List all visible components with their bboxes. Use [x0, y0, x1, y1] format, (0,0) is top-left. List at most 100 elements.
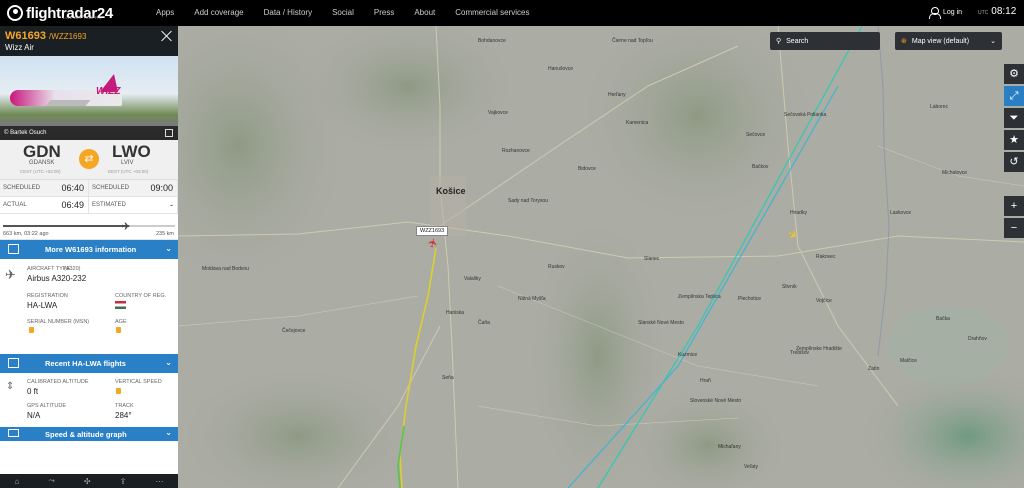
- aircraft-photo[interactable]: WIZZ © Bartek Osuch: [0, 56, 178, 140]
- actual-dep-time: 06:49: [61, 200, 84, 210]
- nav-add-coverage[interactable]: Add coverage: [194, 8, 243, 17]
- actual-departure: ACTUAL 06:49: [0, 197, 89, 214]
- follow-icon[interactable]: ✣: [84, 477, 91, 486]
- nav-press[interactable]: Press: [374, 8, 394, 17]
- settings-gear-icon[interactable]: ⚙: [1004, 64, 1024, 84]
- login-button[interactable]: Log in: [929, 7, 963, 19]
- flight-number-text: W61693: [5, 30, 46, 42]
- place-label: Veľaty: [744, 464, 758, 470]
- flight-callsign: /WZZ1693: [49, 32, 87, 41]
- lock-icon[interactable]: [116, 327, 121, 333]
- route-icon[interactable]: ⤳: [48, 476, 54, 486]
- user-icon: [929, 7, 941, 19]
- lock-icon[interactable]: [29, 327, 34, 333]
- place-label: Zemplínske Hradište: [796, 346, 842, 352]
- shuffle-icon: ⇄: [79, 149, 99, 169]
- flight-map[interactable]: Bohdanovce Ruskov Slanec Zemplínska Teplica…: [178, 26, 1024, 488]
- zoom-in-icon[interactable]: +: [1004, 196, 1024, 216]
- info-icon: [8, 244, 19, 254]
- flight-info-panel: W61693 /WZZ1693 Wizz Air WIZZ © Bartek O…: [0, 26, 178, 488]
- destination-timezone: EEST (UTC +03:00): [108, 169, 149, 174]
- speed-graph-title: Speed & altitude graph: [45, 430, 127, 439]
- place-label: Valaliky: [464, 276, 481, 282]
- chart-icon: [8, 429, 19, 437]
- utc-clock: UTC 08:12: [978, 6, 1016, 17]
- nav-apps[interactable]: Apps: [156, 8, 174, 17]
- track: 284°: [115, 411, 132, 420]
- filter-icon[interactable]: ⏷: [1004, 108, 1024, 128]
- origin-code[interactable]: GDN: [23, 142, 61, 162]
- nav-data-history[interactable]: Data / History: [264, 8, 312, 17]
- map-search-button[interactable]: ⚲ Search: [770, 32, 880, 50]
- place-label: Seňa: [442, 375, 454, 381]
- nav-social[interactable]: Social: [332, 8, 354, 17]
- aircraft-type: Airbus A320-232: [27, 274, 87, 283]
- external-link-icon[interactable]: [165, 129, 173, 137]
- flightradar24-logo[interactable]: flightradar24: [7, 3, 113, 23]
- logo-subtitle: LIVE AIR TRAFFIC: [63, 15, 102, 20]
- origin-city: GDANSK: [29, 160, 55, 166]
- scheduled-arrival: SCHEDULED 09:00: [89, 180, 178, 197]
- place-label: Zatín: [868, 366, 880, 372]
- distance-remaining: 235 km: [155, 231, 174, 237]
- place-label: Bohdanovce: [478, 38, 506, 44]
- track-label: TRACK: [115, 403, 134, 409]
- scheduled-departure: SCHEDULED 06:40: [0, 180, 89, 197]
- estimated-arr-time: -: [170, 200, 173, 210]
- search-label: Search: [786, 37, 809, 45]
- top-navigation-bar: flightradar24 LIVE AIR TRAFFIC Apps Add …: [0, 0, 1024, 26]
- place-label: Bačka: [936, 316, 950, 322]
- place-label: Laskovce: [890, 210, 912, 216]
- origin-timezone: CEST (UTC +02:00): [20, 169, 61, 174]
- altitude-icon: ⇕: [6, 381, 15, 392]
- place-label: Ruskov: [548, 264, 565, 270]
- progress-fill: [3, 225, 129, 227]
- place-label: Slovenské Nové Mesto: [690, 398, 742, 404]
- speed-graph-header[interactable]: Speed & altitude graph ⌄: [0, 427, 178, 441]
- registration-label: REGISTRATION: [27, 293, 68, 299]
- vertical-speed-label: VERTICAL SPEED: [115, 379, 162, 385]
- aircraft-info: ✈ AIRCRAFT TYPE (A320) Airbus A320-232 R…: [0, 259, 178, 354]
- recent-flights-header[interactable]: Recent HA-LWA flights ⌄: [0, 354, 178, 373]
- country-label: COUNTRY OF REG.: [115, 293, 167, 299]
- aircraft-view-icon[interactable]: ⌂: [15, 477, 20, 486]
- aircraft-livery-text: WIZZ: [96, 86, 121, 97]
- zoom-out-icon[interactable]: −: [1004, 218, 1024, 238]
- airplane-icon: ✈: [121, 221, 131, 233]
- main-nav: Apps Add coverage Data / History Social …: [156, 8, 549, 17]
- aircraft-callsign-label[interactable]: WZZ1693: [416, 226, 449, 236]
- calibrated-altitude: 0 ft: [27, 387, 39, 396]
- age-label: AGE: [115, 319, 127, 325]
- place-label: Plechotice: [738, 296, 762, 302]
- scheduled-dep-time: 06:40: [61, 183, 84, 193]
- chevron-down-icon: ⌄: [165, 428, 172, 437]
- more-icon[interactable]: ⋯: [155, 477, 163, 486]
- place-label: Nižná Myšľa: [518, 296, 546, 302]
- share-icon[interactable]: ⇪: [120, 477, 127, 486]
- place-label: Sečovská Polianka: [784, 112, 827, 118]
- estimated-arr-label: ESTIMATED: [92, 202, 126, 208]
- registration[interactable]: HA-LWA: [27, 301, 57, 310]
- radar-icon: ⊛: [901, 38, 907, 45]
- city-label-kosice[interactable]: Košice: [436, 186, 466, 196]
- gps-altitude: N/A: [27, 411, 41, 420]
- nav-about[interactable]: About: [414, 8, 435, 17]
- airline-name: Wizz Air: [5, 43, 34, 52]
- gps-altitude-label: GPS ALTITUDE: [27, 403, 67, 409]
- close-icon[interactable]: [161, 30, 172, 41]
- fullscreen-icon[interactable]: ⤢: [1004, 86, 1024, 106]
- lock-icon[interactable]: [116, 388, 121, 394]
- nav-commercial-services[interactable]: Commercial services: [455, 8, 529, 17]
- scheduled-dep-label: SCHEDULED: [3, 185, 41, 191]
- destination-code[interactable]: LWO: [112, 142, 151, 162]
- playback-icon[interactable]: ↺: [1004, 152, 1024, 172]
- panel-toolbar: ⌂ ⤳ ✣ ⇪ ⋯: [0, 474, 178, 488]
- place-label: Sady nad Torysou: [508, 198, 548, 204]
- scheduled-arr-label: SCHEDULED: [92, 185, 130, 191]
- star-icon[interactable]: ★: [1004, 130, 1024, 150]
- place-label: Čierne nad Topľou: [612, 38, 653, 44]
- map-view-dropdown[interactable]: ⊛ Map view (default) ⌄: [895, 32, 1002, 50]
- login-label: Log in: [943, 9, 963, 16]
- more-info-header[interactable]: More W61693 information ⌄: [0, 240, 178, 259]
- distance-flown: 663 km, 03:22 ago: [3, 231, 49, 237]
